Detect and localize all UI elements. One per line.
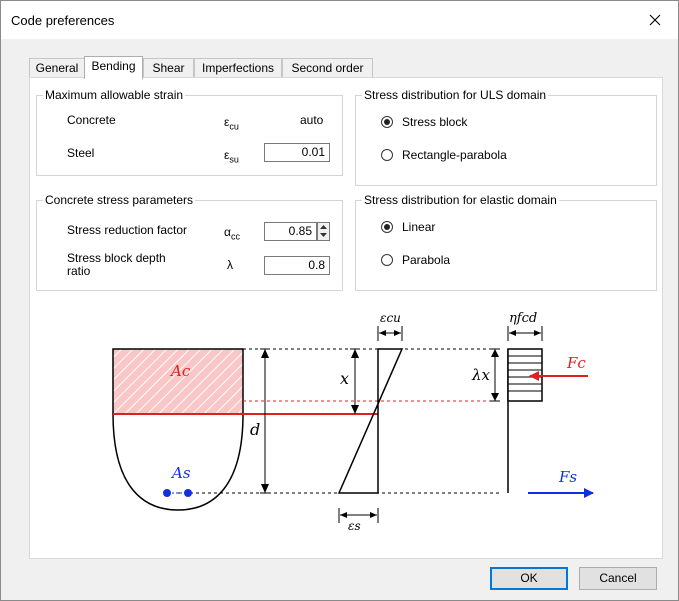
as-label: As xyxy=(170,464,191,482)
ok-button[interactable]: OK xyxy=(490,567,568,590)
tab-bending[interactable]: Bending xyxy=(84,56,143,79)
epsilon-cu-label: εcu xyxy=(380,311,401,325)
fc-label: Fc xyxy=(566,354,586,372)
ac-label: Ac xyxy=(169,362,191,380)
stress-block xyxy=(507,348,543,493)
cancel-button[interactable]: Cancel xyxy=(579,567,657,590)
lambda-x-label: λx xyxy=(471,366,491,384)
tab-general[interactable]: General xyxy=(29,58,85,79)
fs-label: Fs xyxy=(558,468,577,486)
x-label: x xyxy=(340,369,349,388)
section-diagram: Ac As d x λx εcu εs ηfcd Fc Fs xyxy=(112,311,594,533)
close-button[interactable] xyxy=(632,1,678,39)
compression-zone xyxy=(113,349,243,414)
dialog-window: Code preferences General Bending Shear I… xyxy=(0,0,679,601)
tab-second-order[interactable]: Second order xyxy=(282,58,373,79)
eta-fcd-label: ηfcd xyxy=(509,311,537,326)
window-title: Code preferences xyxy=(11,13,115,28)
epsilon-s-label: εs xyxy=(348,519,361,533)
d-label: d xyxy=(250,420,260,439)
tab-imperfections[interactable]: Imperfections xyxy=(194,58,282,79)
bending-tab-panel: Maximum allowable strain Concrete εcu au… xyxy=(29,77,663,559)
rebar-dot xyxy=(163,489,171,497)
tab-shear[interactable]: Shear xyxy=(143,58,194,79)
rebar-dot xyxy=(184,489,192,497)
close-icon xyxy=(649,14,661,26)
title-bar: Code preferences xyxy=(1,1,678,39)
